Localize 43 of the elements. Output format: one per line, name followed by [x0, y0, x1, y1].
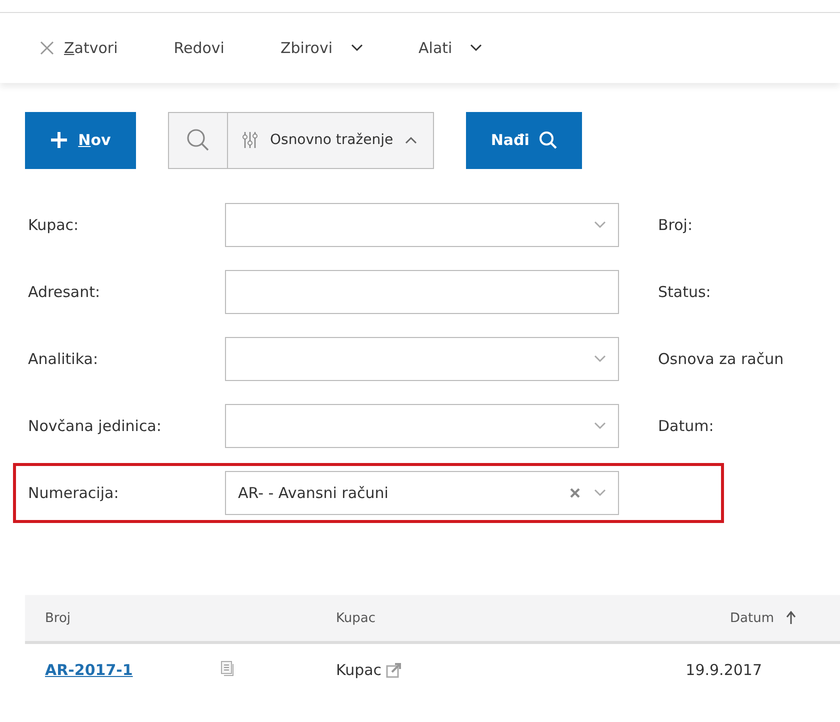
document-icon[interactable] — [221, 660, 234, 676]
input-field[interactable] — [225, 270, 619, 314]
chevron-icon — [405, 136, 418, 144]
external-link-icon[interactable] — [386, 662, 402, 678]
field-label: Status: — [658, 283, 711, 301]
menu-button[interactable]: Redovi — [174, 39, 224, 57]
field-label: Kupac: — [28, 216, 80, 234]
field-label: Numeracija: — [28, 484, 120, 502]
chevron-icon — [594, 355, 606, 363]
table-cell: Kupac — [336, 661, 382, 679]
search-icon — [186, 128, 210, 152]
chevron-icon — [350, 44, 363, 52]
chevron-icon — [594, 221, 606, 229]
sliders-icon — [242, 131, 258, 149]
field-label: Novčana jedinica: — [28, 417, 162, 435]
search-icon — [539, 131, 558, 149]
invoice-link[interactable]: AR-2017-1 — [45, 661, 133, 679]
column-header[interactable]: Kupac — [336, 610, 569, 626]
clear-icon[interactable] — [570, 488, 580, 498]
close-button[interactable]: Zatvori — [40, 39, 118, 57]
chevron-icon — [470, 44, 482, 52]
close-icon — [40, 41, 54, 55]
field-label: Osnova za račun — [658, 350, 784, 368]
new-button[interactable]: Nov — [25, 112, 136, 168]
field-label: Broj: — [658, 216, 693, 234]
column-header[interactable]: Broj — [25, 610, 221, 626]
dropdown-field[interactable] — [225, 404, 619, 448]
dropdown-field[interactable] — [225, 337, 619, 381]
plus-icon — [50, 131, 68, 149]
field-label: Adresant: — [28, 283, 102, 301]
dropdown-field[interactable] — [225, 203, 619, 247]
menu-button[interactable]: Zbirovi — [280, 39, 363, 57]
dropdown-field[interactable]: AR- - Avansni računi — [225, 471, 619, 515]
search-mode-button[interactable]: Osnovno traženje — [228, 112, 434, 168]
find-button[interactable]: Nađi — [466, 112, 582, 168]
table-cell: 19.9.2017 — [686, 661, 762, 679]
field-label: Datum: — [658, 417, 714, 435]
menu-button[interactable]: Alati — [418, 39, 482, 57]
chevron-icon — [594, 489, 606, 497]
sort-up-icon — [786, 611, 796, 625]
column-header[interactable]: Datum — [569, 610, 796, 626]
chevron-icon — [594, 422, 606, 430]
field-label: Analitika: — [28, 350, 100, 368]
